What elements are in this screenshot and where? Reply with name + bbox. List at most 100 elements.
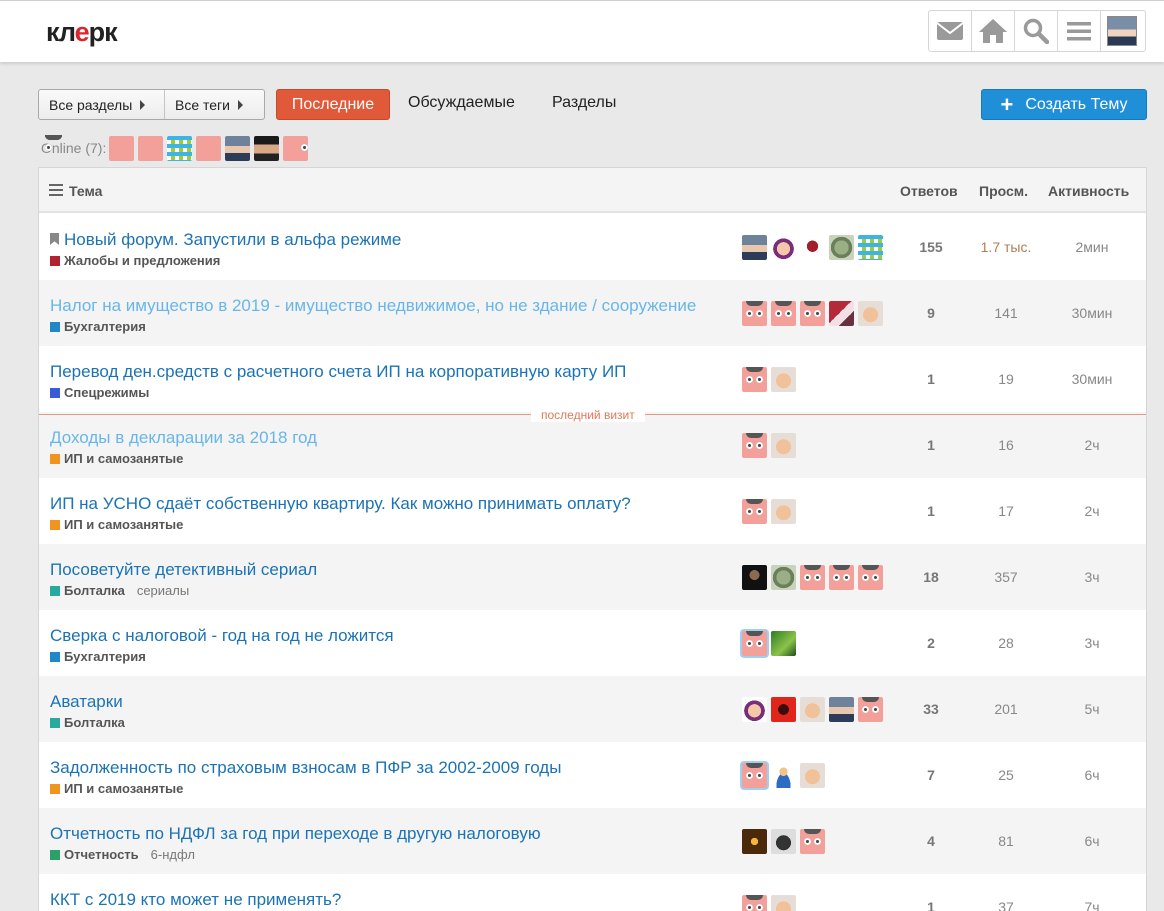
topic-category[interactable]: Спецрежимы: [50, 385, 149, 400]
topic-activity-time[interactable]: 2ч: [1062, 503, 1122, 519]
search-icon[interactable]: [1015, 11, 1058, 51]
avatar[interactable]: [742, 565, 767, 590]
col-activity[interactable]: Активность: [1048, 183, 1129, 199]
topic-category[interactable]: Бухгалтерия: [50, 319, 146, 334]
topic-title-link[interactable]: Перевод ден.средств с расчетного счета И…: [50, 362, 626, 382]
category-color-badge: [50, 519, 60, 530]
avatar[interactable]: [742, 301, 767, 326]
avatar[interactable]: [771, 763, 796, 788]
avatar[interactable]: [45, 135, 164, 161]
topic-activity-time[interactable]: 30мин: [1062, 371, 1122, 387]
topic-activity-time[interactable]: 30мин: [1062, 305, 1122, 321]
topic-category[interactable]: Болталка сериалы: [50, 583, 189, 598]
avatar[interactable]: [800, 565, 825, 590]
avatar[interactable]: [800, 829, 825, 854]
topic-title-link[interactable]: Посоветуйте детективный сериал: [50, 560, 317, 580]
avatar[interactable]: [771, 895, 796, 911]
topic-category[interactable]: ИП и самозанятые: [50, 451, 183, 466]
avatar[interactable]: [742, 367, 767, 392]
category-label: Спецрежимы: [64, 385, 150, 400]
avatar[interactable]: [742, 763, 767, 788]
avatar[interactable]: [742, 433, 767, 458]
topic-title-link[interactable]: Задолженность по страховым взносам в ПФР…: [50, 758, 561, 778]
topic-activity-time[interactable]: 2ч: [1062, 437, 1122, 453]
site-logo[interactable]: клерк: [46, 17, 118, 48]
avatar[interactable]: [771, 301, 796, 326]
tab-sections[interactable]: Разделы: [552, 94, 616, 112]
avatar[interactable]: [771, 235, 796, 260]
topic-category[interactable]: Болталка: [50, 715, 125, 730]
topic-posters: [742, 367, 800, 392]
col-topic[interactable]: Тема: [69, 183, 102, 199]
topic-replies-count: 33: [923, 701, 939, 717]
avatar[interactable]: [771, 433, 796, 458]
avatar[interactable]: [771, 631, 796, 656]
avatar[interactable]: [771, 367, 796, 392]
user-avatar-button[interactable]: [1101, 11, 1143, 51]
home-icon[interactable]: [972, 11, 1015, 51]
topic-activity-time[interactable]: 6ч: [1062, 833, 1122, 849]
topic-activity-time[interactable]: 3ч: [1062, 569, 1122, 585]
topic-title-link[interactable]: Налог на имущество в 2019 - имущество не…: [50, 296, 696, 316]
avatar[interactable]: [829, 697, 854, 722]
tab-discussed[interactable]: Обсуждаемые: [408, 94, 515, 112]
topic-tag[interactable]: сериалы: [137, 583, 189, 598]
all-sections-dropdown[interactable]: Все разделы: [39, 90, 165, 119]
avatar[interactable]: [45, 135, 309, 161]
category-color-badge: [50, 849, 60, 860]
create-topic-button[interactable]: + Создать Тему: [981, 89, 1147, 120]
topic-title-link[interactable]: Сверка с налоговой - год на год не ложит…: [50, 626, 394, 646]
avatar[interactable]: [858, 301, 883, 326]
topic-category[interactable]: ИП и самозанятые: [50, 781, 183, 796]
avatar[interactable]: [771, 829, 796, 854]
avatar[interactable]: [800, 697, 825, 722]
topic-category[interactable]: Отчетность 6-ндфл: [50, 847, 195, 862]
topic-title-link[interactable]: Новый форум. Запустили в альфа режиме: [50, 230, 401, 250]
avatar[interactable]: [742, 697, 767, 722]
topic-category[interactable]: Жалобы и предложения: [50, 253, 220, 268]
avatar[interactable]: [829, 235, 854, 260]
topic-activity-time[interactable]: 6ч: [1062, 767, 1122, 783]
avatar[interactable]: [167, 135, 193, 161]
topic-category[interactable]: ИП и самозанятые: [50, 517, 183, 532]
topic-title-link[interactable]: Отчетность по НДФЛ за год при переходе в…: [50, 824, 541, 844]
avatar[interactable]: [771, 565, 796, 590]
all-tags-dropdown[interactable]: Все теги: [165, 90, 253, 119]
menu-icon[interactable]: [1058, 11, 1101, 51]
topic-activity-time[interactable]: 7ч: [1062, 899, 1122, 911]
avatar[interactable]: [742, 631, 767, 656]
topic-activity-time[interactable]: 5ч: [1062, 701, 1122, 717]
avatar[interactable]: [742, 235, 767, 260]
topic-activity-time[interactable]: 3ч: [1062, 635, 1122, 651]
avatar[interactable]: [771, 499, 796, 524]
topic-activity-time[interactable]: 2мин: [1062, 239, 1122, 255]
avatar[interactable]: [858, 235, 883, 260]
avatar[interactable]: [742, 499, 767, 524]
topic-tag[interactable]: 6-ндфл: [151, 847, 195, 862]
avatar[interactable]: [742, 895, 767, 911]
all-tags-label: Все теги: [175, 96, 230, 113]
category-color-badge: [50, 783, 60, 794]
col-views[interactable]: Просм.: [979, 183, 1028, 199]
avatar[interactable]: [800, 301, 825, 326]
tab-latest[interactable]: Последние: [276, 89, 390, 120]
topic-title-link[interactable]: ИП на УСНО сдаёт собственную квартиру. К…: [50, 494, 631, 514]
topic-title-link[interactable]: ККТ с 2019 кто может не применять?: [50, 890, 341, 910]
avatar[interactable]: [45, 135, 222, 161]
avatar[interactable]: [800, 235, 825, 260]
avatar[interactable]: [254, 135, 280, 161]
avatar[interactable]: [771, 697, 796, 722]
mail-icon[interactable]: [929, 11, 972, 51]
topic-title-link[interactable]: Аватарки: [50, 692, 123, 712]
avatar[interactable]: [225, 135, 251, 161]
avatar[interactable]: [742, 829, 767, 854]
topic-title-link[interactable]: Доходы в декларации за 2018 год: [50, 428, 317, 448]
avatar[interactable]: [45, 135, 135, 161]
col-replies[interactable]: Ответов: [900, 183, 958, 199]
topic-category[interactable]: Бухгалтерия: [50, 649, 146, 664]
avatar[interactable]: [858, 565, 883, 590]
avatar[interactable]: [800, 763, 825, 788]
avatar[interactable]: [829, 565, 854, 590]
avatar[interactable]: [829, 301, 854, 326]
avatar[interactable]: [858, 697, 883, 722]
